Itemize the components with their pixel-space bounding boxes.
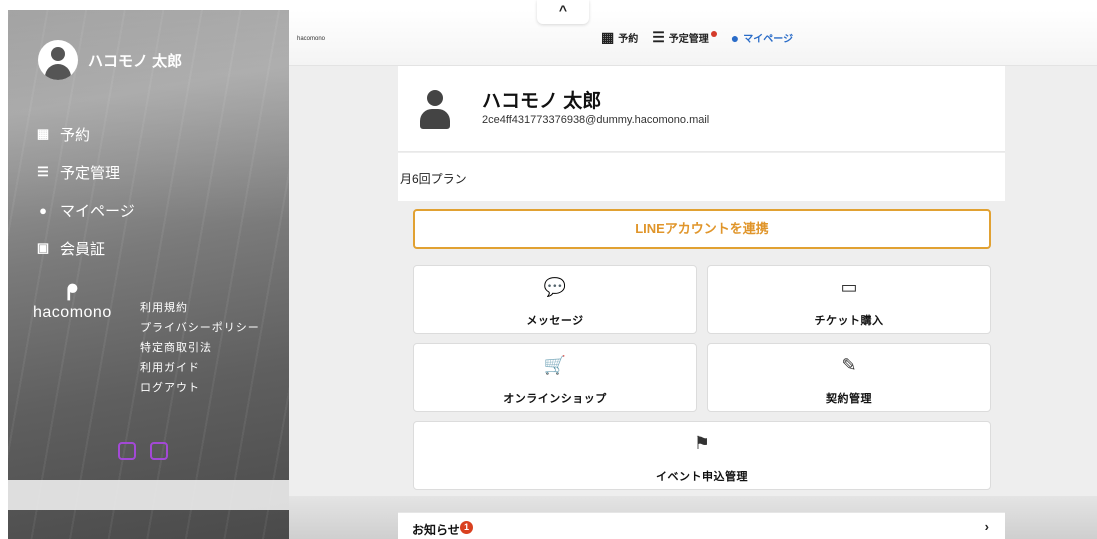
profile-name: ハコモノ 太郎 (482, 91, 602, 112)
cart-icon: 🛒 (543, 355, 567, 375)
sidebar: ハコモノ 太郎 ▦ 予約 ☰ 予定管理 ● マイページ ▣ 会員証 ᖰ haco… (8, 10, 289, 539)
news-count-badge: 1 (460, 521, 473, 534)
notification-dot (710, 30, 717, 37)
sidebar-item-reserve[interactable]: ▦ 予約 (36, 115, 135, 153)
header-nav: ▦ 予約 ☰ 予定管理 ● マイページ (601, 29, 793, 46)
header-nav-reserve[interactable]: ▦ 予約 (601, 29, 638, 46)
collapse-header-button[interactable]: ^ (537, 0, 589, 24)
guide-link[interactable]: 利用ガイド (140, 358, 260, 378)
privacy-link[interactable]: プライバシーポリシー (140, 318, 260, 338)
sidebar-nav: ▦ 予約 ☰ 予定管理 ● マイページ ▣ 会員証 (36, 115, 135, 267)
profile-avatar-icon (420, 90, 450, 130)
ticket-icon: ▭ (840, 277, 858, 297)
list-icon: ☰ (652, 29, 665, 45)
header-nav-mypage[interactable]: ● マイページ (731, 30, 793, 46)
header-nav-label: マイページ (743, 34, 794, 45)
header-nav-schedule[interactable]: ☰ 予定管理 (652, 29, 717, 46)
event-application-tile[interactable]: ⚑ イベント申込管理 (413, 421, 991, 490)
message-tile[interactable]: 💬 メッセージ (413, 265, 697, 334)
contract-tile[interactable]: ✎ 契約管理 (707, 343, 991, 412)
top-header: hacomono ▦ 予約 ☰ 予定管理 ● マイページ (289, 10, 1097, 66)
sidebar-item-mypage[interactable]: ● マイページ (36, 191, 135, 229)
commerce-law-link[interactable]: 特定商取引法 (140, 338, 260, 358)
sidebar-item-label: 予約 (60, 126, 91, 144)
sidebar-item-schedule[interactable]: ☰ 予定管理 (36, 153, 135, 191)
header-brand[interactable]: hacomono (297, 36, 325, 42)
instagram-icon[interactable] (118, 442, 136, 460)
tile-label: メッセージ (526, 315, 584, 327)
news-title: お知らせ (412, 523, 460, 537)
contract-icon: ✎ (841, 355, 857, 375)
online-shop-tile[interactable]: 🛒 オンラインショップ (413, 343, 697, 412)
tile-label: オンラインショップ (503, 393, 607, 405)
sidebar-item-label: マイページ (60, 202, 135, 220)
terms-link[interactable]: 利用規約 (140, 298, 260, 318)
logo-text: hacomono (33, 304, 112, 321)
calendar-icon: ▦ (601, 29, 615, 45)
sidebar-item-label: 予定管理 (60, 164, 121, 182)
plan-card: 月6回プラン (398, 153, 1005, 201)
sidebar-username: ハコモノ 太郎 (88, 52, 183, 70)
tile-label: イベント申込管理 (656, 471, 748, 483)
sidebar-links: 利用規約 プライバシーポリシー 特定商取引法 利用ガイド ログアウト (140, 298, 260, 398)
flag-icon: ⚑ (693, 433, 711, 453)
qr-icon: ▣ (36, 240, 50, 255)
logout-link[interactable]: ログアウト (140, 378, 260, 398)
tile-label: 契約管理 (826, 393, 872, 405)
user-circle-icon: ● (730, 29, 740, 46)
profile-card: ハコモノ 太郎 2ce4ff431773376938@dummy.hacomon… (398, 66, 1005, 152)
line-link-button[interactable]: LINEアカウントを連携 (413, 209, 991, 249)
header-nav-label: 予約 (618, 34, 639, 45)
sidebar-item-membercard[interactable]: ▣ 会員証 (36, 229, 135, 267)
sidebar-item-label: 会員証 (60, 240, 106, 258)
chevron-right-icon: › (984, 519, 989, 534)
youtube-icon[interactable] (150, 442, 168, 460)
sidebar-user[interactable]: ハコモノ 太郎 (38, 40, 182, 80)
avatar-icon (38, 40, 78, 80)
list-icon: ☰ (37, 164, 49, 179)
calendar-icon: ▦ (36, 126, 50, 141)
logo-mark-icon: ᖰ (66, 280, 79, 305)
hacomono-logo: ᖰ hacomono (33, 282, 112, 322)
plan-name: 月6回プラン (400, 172, 467, 186)
user-circle-icon: ● (39, 202, 47, 218)
chat-icon: 💬 (543, 277, 567, 297)
header-nav-label: 予定管理 (668, 34, 709, 45)
social-links (118, 442, 168, 460)
ticket-purchase-tile[interactable]: ▭ チケット購入 (707, 265, 991, 334)
news-row[interactable]: お知らせ 1 › (398, 512, 1005, 539)
tile-label: チケット購入 (814, 315, 884, 327)
profile-email: 2ce4ff431773376938@dummy.hacomono.mail (482, 114, 710, 126)
